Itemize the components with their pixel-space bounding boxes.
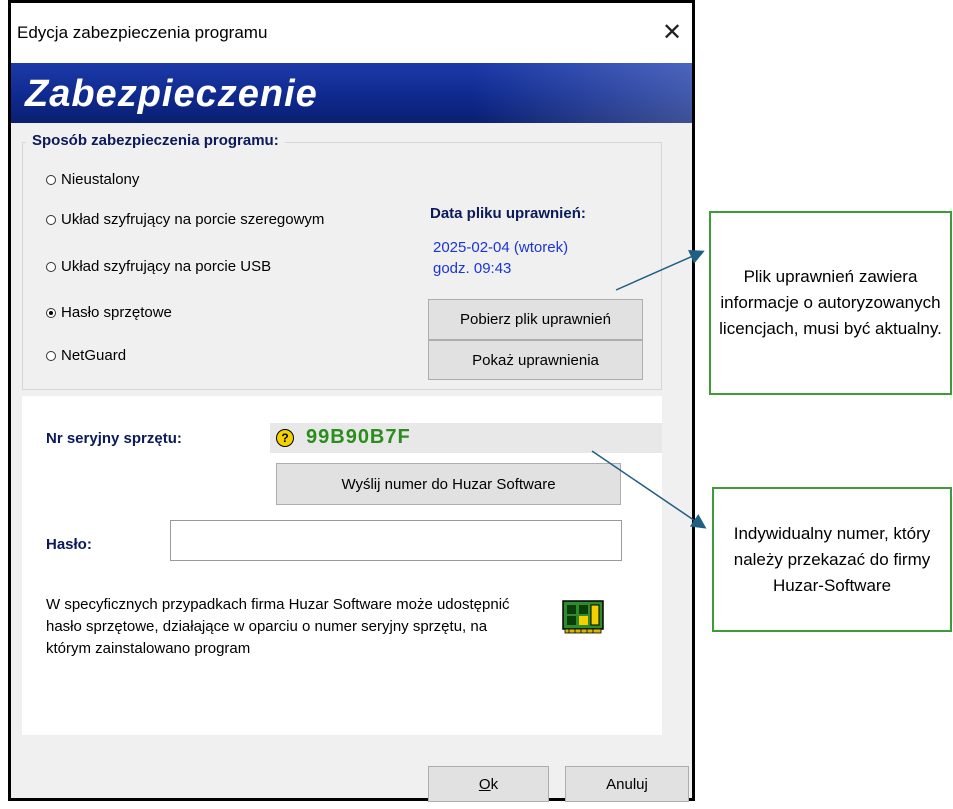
radio-option-netguard[interactable]: NetGuard <box>46 347 126 364</box>
hardware-info-text: W specyficznych przypadkach firma Huzar … <box>46 596 510 657</box>
radio-option-hardware-password[interactable]: Hasło sprzętowe <box>46 304 172 321</box>
help-icon[interactable]: ? <box>276 429 294 447</box>
window-title: Edycja zabezpieczenia programu <box>17 23 268 42</box>
radio-label: Hasło sprzętowe <box>61 304 172 321</box>
radio-button[interactable] <box>46 350 56 361</box>
radio-option-usb-port[interactable]: Układ szyfrujący na porcie USB <box>46 258 271 275</box>
ok-button[interactable]: Ok <box>428 766 549 802</box>
password-label: Hasło: <box>46 536 92 553</box>
title-bar: Edycja zabezpieczenia programu ✕ <box>11 3 692 63</box>
permissions-date-label: Data pliku uprawnień: <box>430 205 586 222</box>
download-permissions-button[interactable]: Pobierz plik uprawnień <box>428 299 643 340</box>
radio-option-nieustalony[interactable]: Nieustalony <box>46 171 139 188</box>
radio-label: Układ szyfrujący na porcie USB <box>61 258 272 275</box>
radio-label: NetGuard <box>61 347 127 364</box>
radio-button-selected[interactable] <box>46 307 56 318</box>
radio-label: Układ szyfrujący na porcie szeregowym <box>61 211 325 228</box>
protection-legend: Sposób zabezpieczenia programu: <box>26 132 285 149</box>
radio-button[interactable] <box>46 174 56 185</box>
banner-title: Zabezpieczenie <box>25 73 318 115</box>
send-serial-button[interactable]: Wyślij numer do Huzar Software <box>276 463 621 505</box>
hardware-chip-icon <box>562 600 604 634</box>
radio-option-serial-port[interactable]: Układ szyfrujący na porcie szeregowym <box>46 211 324 228</box>
permissions-callout: Plik uprawnień zawiera informacje o auto… <box>709 211 952 395</box>
radio-label: Nieustalony <box>61 171 140 188</box>
permissions-date-value: 2025-02-04 (wtorek) godz. 09:43 <box>433 237 568 279</box>
permissions-time: godz. 09:43 <box>433 260 512 277</box>
serial-number-label: Nr seryjny sprzętu: <box>46 430 182 447</box>
permissions-date: 2025-02-04 (wtorek) <box>433 239 569 256</box>
cancel-button[interactable]: Anuluj <box>565 766 689 802</box>
banner: Zabezpieczenie <box>11 63 692 123</box>
password-field[interactable] <box>170 520 622 561</box>
serial-number-value: 99B90B7F <box>306 426 411 448</box>
radio-button[interactable] <box>46 214 56 225</box>
radio-button[interactable] <box>46 261 56 272</box>
serial-callout: Indywidualny numer, który należy przekaz… <box>712 487 952 632</box>
close-icon[interactable]: ✕ <box>656 17 688 49</box>
show-permissions-button[interactable]: Pokaż uprawnienia <box>428 340 643 380</box>
